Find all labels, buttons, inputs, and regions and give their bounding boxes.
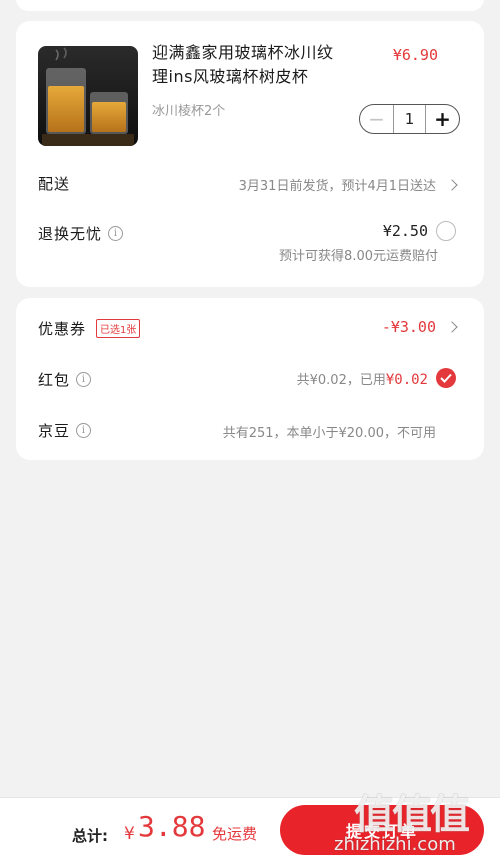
free-shipping-label: 免运费	[212, 825, 258, 843]
total-currency: ¥	[124, 824, 135, 844]
info-icon[interactable]: i	[76, 423, 92, 438]
shipping-detail: 3月31日前发货，预计4月1日送达	[238, 179, 436, 194]
quantity-value[interactable]: 1	[393, 105, 426, 133]
checkout-bar: 总计: ¥ 3.88 免运费 提交订单	[0, 797, 500, 862]
product-card: 迎满鑫家用玻璃杯冰川纹理ins风玻璃杯树皮杯 ¥6.90 冰川棱杯2个 − 1 …	[16, 21, 484, 287]
checked-icon[interactable]	[436, 368, 456, 388]
previous-card-stub	[16, 0, 484, 11]
product-spec: 冰川棱杯2个	[152, 104, 226, 119]
jd-beans-row: 京豆 i	[38, 420, 92, 441]
submit-order-button[interactable]: 提交订单	[280, 805, 484, 855]
total-amount: 3.88	[138, 810, 206, 843]
coupon-row: 优惠券 已选1张	[38, 318, 141, 339]
return-service-note: 预计可获得8.00元运费赔付	[279, 249, 438, 264]
info-icon[interactable]: i	[76, 372, 92, 387]
quantity-stepper: − 1 +	[359, 104, 460, 134]
coupon-select[interactable]: -¥3.00	[381, 318, 458, 336]
info-icon[interactable]: i	[108, 226, 124, 241]
decrease-quantity-button[interactable]: −	[360, 105, 393, 133]
red-packet-detail-prefix: 共¥0.02，已用	[296, 372, 386, 388]
red-packet-label: 红包	[38, 371, 71, 389]
return-service-label: 退换无忧	[38, 225, 103, 243]
discount-card: 优惠券 已选1张 -¥3.00 红包 i 共¥0.02，已用¥0.02 京豆 i…	[16, 298, 484, 460]
return-service-price: ¥2.50	[382, 222, 428, 240]
product-thumbnail[interactable]	[38, 46, 138, 146]
return-service-row: 退换无忧 i	[38, 223, 124, 244]
red-packet-select[interactable]: 共¥0.02，已用¥0.02	[297, 368, 456, 388]
shipping-label: 配送	[38, 175, 71, 193]
red-packet-row: 红包 i	[38, 369, 92, 390]
chevron-right-icon	[446, 178, 458, 191]
coupon-value: -¥3.00	[381, 318, 436, 336]
return-service-select[interactable]: ¥2.50	[383, 221, 456, 241]
red-packet-used: ¥0.02	[385, 371, 428, 388]
return-service-radio[interactable]	[436, 221, 456, 241]
coupon-label: 优惠券	[38, 320, 87, 338]
shipping-row[interactable]: 3月31日前发货，预计4月1日送达	[238, 175, 458, 194]
increase-quantity-button[interactable]: +	[426, 105, 459, 133]
total-label: 总计:	[72, 827, 108, 845]
jd-beans-label: 京豆	[38, 422, 71, 440]
jd-beans-detail: 共有251，本单小于¥20.00，不可用	[222, 426, 436, 441]
chevron-right-icon	[446, 321, 458, 333]
coupon-selected-badge: 已选1张	[96, 319, 141, 338]
product-title[interactable]: 迎满鑫家用玻璃杯冰川纹理ins风玻璃杯树皮杯	[152, 41, 348, 89]
red-packet-detail: 共¥0.02，已用¥0.02	[297, 369, 428, 388]
product-price: ¥6.90	[392, 46, 438, 64]
